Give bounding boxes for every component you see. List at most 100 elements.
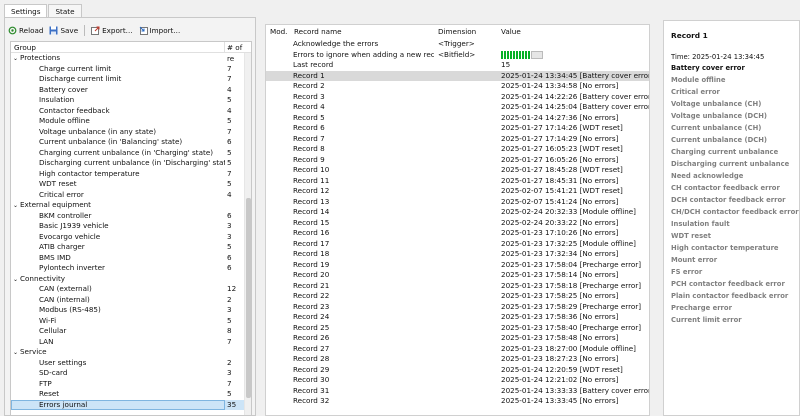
row-value[interactable]: 2025-02-07 15:41:21 [WDT reset] <box>497 186 649 197</box>
row-value[interactable]: 2025-01-27 18:45:28 [WDT reset] <box>497 165 649 176</box>
table-row[interactable]: Record 27 2025-01-23 18:27:00 [Module off… <box>266 344 649 355</box>
table-row[interactable]: Record 15 2025-02-24 20:33:22 [No errors] <box>266 218 649 229</box>
tab-state[interactable]: State <box>48 4 82 17</box>
export-button[interactable]: Export... <box>91 26 133 35</box>
row-value[interactable] <box>497 39 649 50</box>
row-value[interactable]: 2025-01-23 17:58:04 [Precharge error] <box>497 260 649 271</box>
table-row[interactable]: Record 17 2025-01-23 17:32:25 [Module off… <box>266 239 649 250</box>
table-row[interactable]: Record 4 2025-01-24 14:25:04 [Battery cov… <box>266 102 649 113</box>
table-row[interactable]: Record 13 2025-02-07 15:41:24 [No errors] <box>266 197 649 208</box>
table-row[interactable]: Record 28 2025-01-23 18:27:23 [No errors] <box>266 354 649 365</box>
tree-item[interactable]: Reset 5 <box>11 389 251 400</box>
tree-item[interactable]: ATIB charger 5 <box>11 242 251 253</box>
table-row[interactable]: Record 5 2025-01-24 14:27:36 [No errors] <box>266 113 649 124</box>
row-value[interactable]: 2025-01-23 17:58:40 [Precharge error] <box>497 323 649 334</box>
row-value[interactable]: 2025-01-23 17:58:36 [No errors] <box>497 312 649 323</box>
tree-item[interactable]: LAN 7 <box>11 337 251 348</box>
tree-item[interactable]: WDT reset 5 <box>11 179 251 190</box>
tree-item[interactable]: Module offline 5 <box>11 116 251 127</box>
tree-item[interactable]: Contactor feedback 4 <box>11 106 251 117</box>
save-button[interactable]: Save <box>49 26 78 35</box>
table-row[interactable]: Record 3 2025-01-24 14:22:26 [Battery cov… <box>266 92 649 103</box>
column-header-group[interactable]: Group <box>11 42 225 52</box>
column-header-count[interactable]: # of re <box>225 42 251 63</box>
tree-item[interactable]: BKM controller 6 <box>11 211 251 222</box>
row-value[interactable]: 2025-01-24 14:27:36 [No errors] <box>497 113 649 124</box>
chevron-down-icon[interactable]: ⌄ <box>13 275 20 285</box>
table-row[interactable]: Record 2 2025-01-24 13:34:58 [No errors] <box>266 81 649 92</box>
table-row[interactable]: Record 8 2025-01-27 16:05:23 [WDT reset] <box>266 144 649 155</box>
table-row[interactable]: Record 1 2025-01-24 13:34:45 [Battery cov… <box>266 70 649 81</box>
table-row[interactable]: Record 12 2025-02-07 15:41:21 [WDT reset] <box>266 186 649 197</box>
chevron-down-icon[interactable]: ⌄ <box>13 201 20 211</box>
row-value[interactable]: 2025-01-23 17:32:34 [No errors] <box>497 249 649 260</box>
table-row[interactable]: Record 7 2025-01-27 17:14:29 [No errors] <box>266 134 649 145</box>
row-value[interactable]: 2025-01-23 17:58:18 [Precharge error] <box>497 281 649 292</box>
column-header-dimension[interactable]: Dimension <box>434 25 497 39</box>
table-row[interactable]: Record 22 2025-01-23 17:58:25 [No errors] <box>266 291 649 302</box>
tree-item[interactable]: Charging current unbalance (in 'Charging… <box>11 148 251 159</box>
group-tree[interactable]: Group # of re ⌄ Protections Charge current… <box>10 41 252 416</box>
tree-scrollbar[interactable] <box>244 53 251 415</box>
row-value[interactable]: 2025-01-23 17:58:14 [No errors] <box>497 270 649 281</box>
row-value[interactable]: 2025-01-23 18:27:23 [No errors] <box>497 354 649 365</box>
table-row[interactable]: Acknowledge the errors <Trigger> <box>266 39 649 50</box>
table-row[interactable]: Record 21 2025-01-23 17:58:18 [Precharge … <box>266 281 649 292</box>
row-value[interactable] <box>497 50 649 61</box>
table-row[interactable]: Record 11 2025-01-27 18:45:31 [No errors] <box>266 176 649 187</box>
tree-item[interactable]: Insulation 5 <box>11 95 251 106</box>
tree-category[interactable]: ⌄ Connectivity <box>11 274 251 285</box>
tree-category[interactable]: ⌄ Protections <box>11 53 251 64</box>
tree-item[interactable]: Wi-Fi 5 <box>11 316 251 327</box>
table-row[interactable]: Record 18 2025-01-23 17:32:34 [No errors] <box>266 249 649 260</box>
row-value[interactable]: 2025-01-24 14:22:26 [Battery cover error… <box>497 92 649 103</box>
table-row[interactable]: Errors to ignore when adding a new recor… <box>266 50 649 61</box>
tree-item[interactable]: FTP 7 <box>11 379 251 390</box>
table-row[interactable]: Record 20 2025-01-23 17:58:14 [No errors] <box>266 270 649 281</box>
row-value[interactable]: 2025-01-23 18:27:00 [Module offline] <box>497 344 649 355</box>
table-row[interactable]: Record 10 2025-01-27 18:45:28 [WDT reset] <box>266 165 649 176</box>
row-value[interactable]: 2025-01-23 17:58:29 [Precharge error] <box>497 302 649 313</box>
table-row[interactable]: Record 14 2025-02-24 20:32:33 [Module off… <box>266 207 649 218</box>
row-value[interactable]: 2025-01-24 12:20:59 [WDT reset] <box>497 365 649 376</box>
row-value[interactable]: 2025-02-24 20:32:33 [Module offline] <box>497 207 649 218</box>
row-value[interactable]: 2025-01-27 16:05:23 [WDT reset] <box>497 144 649 155</box>
table-row[interactable]: Last record 15 <box>266 60 649 71</box>
tree-item[interactable]: Critical error 4 <box>11 190 251 201</box>
row-value[interactable]: 2025-01-23 17:58:48 [No errors] <box>497 333 649 344</box>
row-value[interactable]: 2025-01-24 13:33:33 [Battery cover error… <box>497 386 649 397</box>
row-value[interactable]: 2025-01-24 13:34:58 [No errors] <box>497 81 649 92</box>
table-row[interactable]: Record 23 2025-01-23 17:58:29 [Precharge … <box>266 302 649 313</box>
table-row[interactable]: Record 16 2025-01-23 17:10:26 [No errors] <box>266 228 649 239</box>
tree-item[interactable]: Current unbalance (in 'Balancing' state)… <box>11 137 251 148</box>
row-value[interactable]: 2025-01-23 17:32:25 [Module offline] <box>497 239 649 250</box>
row-value[interactable]: 2025-01-27 16:05:26 [No errors] <box>497 155 649 166</box>
row-value[interactable]: 2025-01-24 14:25:04 [Battery cover error… <box>497 102 649 113</box>
tree-item[interactable]: Evocargo vehicle 3 <box>11 232 251 243</box>
row-value[interactable]: 2025-01-27 17:14:29 [No errors] <box>497 134 649 145</box>
row-value[interactable]: 2025-01-27 18:45:31 [No errors] <box>497 176 649 187</box>
tree-item[interactable]: Modbus (RS-485) 3 <box>11 305 251 316</box>
tree-item[interactable]: SD-card 3 <box>11 368 251 379</box>
tree-item[interactable]: Charge current limit 7 <box>11 64 251 75</box>
tree-item[interactable]: Basic J1939 vehicle 3 <box>11 221 251 232</box>
tree-item[interactable]: CAN (external) 12 <box>11 284 251 295</box>
chevron-down-icon[interactable]: ⌄ <box>13 348 20 358</box>
table-row[interactable]: Record 25 2025-01-23 17:58:40 [Precharge … <box>266 323 649 334</box>
table-row[interactable]: Record 32 2025-01-24 13:33:45 [No errors] <box>266 396 649 407</box>
column-header-name[interactable]: Record name <box>290 25 434 39</box>
reload-button[interactable]: Reload <box>8 26 43 35</box>
table-row[interactable]: Record 9 2025-01-27 16:05:26 [No errors] <box>266 155 649 166</box>
row-value[interactable]: 2025-01-27 17:14:26 [WDT reset] <box>497 123 649 134</box>
table-row[interactable]: Record 31 2025-01-24 13:33:33 [Battery co… <box>266 386 649 397</box>
tree-item[interactable]: Errors journal 35 <box>11 399 251 410</box>
tree-item[interactable]: Voltage unbalance (in any state) 7 <box>11 127 251 138</box>
tree-item[interactable]: User settings 2 <box>11 358 251 369</box>
table-row[interactable]: Record 26 2025-01-23 17:58:48 [No errors] <box>266 333 649 344</box>
tree-item[interactable]: BMS IMD 6 <box>11 253 251 264</box>
row-value[interactable]: 2025-01-24 13:33:45 [No errors] <box>497 396 649 407</box>
table-row[interactable]: Record 19 2025-01-23 17:58:04 [Precharge … <box>266 260 649 271</box>
tree-item[interactable]: High contactor temperature 7 <box>11 169 251 180</box>
row-value[interactable]: 15 <box>497 60 649 71</box>
tree-item[interactable]: CAN (internal) 2 <box>11 295 251 306</box>
